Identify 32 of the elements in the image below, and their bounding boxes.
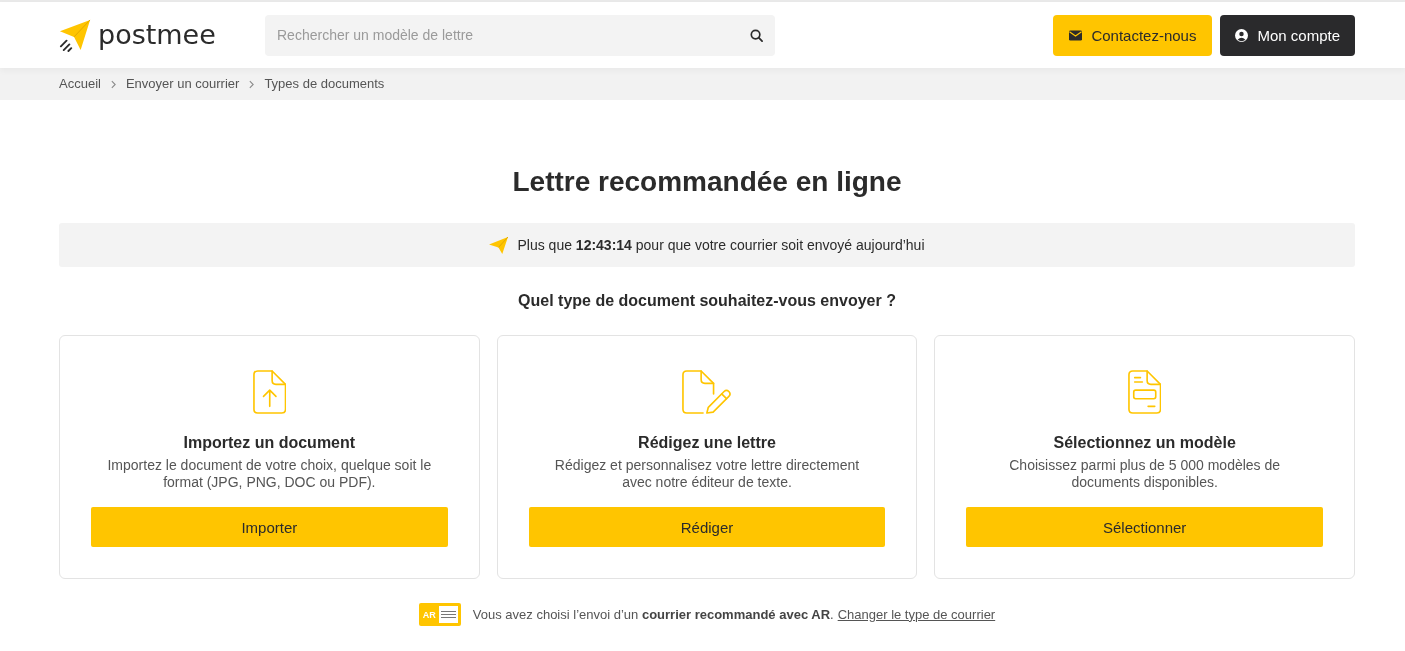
option-button[interactable]: Sélectionner — [966, 507, 1323, 547]
countdown-text: Plus que 12:43:14 pour que votre courrier soit envoyé aujourd’hui — [517, 237, 925, 253]
breadcrumb-link[interactable]: Envoyer un courrier — [125, 76, 240, 92]
envelope-icon — [1069, 29, 1083, 41]
search-icon[interactable] — [750, 28, 763, 42]
option-title: Sélectionnez un modèle — [1053, 433, 1236, 453]
page-title: Lettre recommandée en ligne — [511, 165, 903, 199]
search-field[interactable]: Rechercher un modèle de lettre — [265, 14, 775, 56]
user-circle-icon — [1235, 28, 1249, 42]
paper-plane-icon — [489, 236, 509, 254]
option-button[interactable]: Rédiger — [528, 507, 886, 547]
document-pencil-icon — [682, 370, 732, 414]
document-type-question: Quel type de document souhaitez-vous envoyer ? — [517, 291, 897, 311]
mail-type-notice: Vous avez choisi l’envoi d’un courrier recommandé avec AR. Changer le type de courrier — [472, 605, 996, 624]
receipt-card-icon: AR — [418, 603, 461, 626]
logo-text[interactable]: postmee — [98, 18, 216, 52]
paper-plane-logo-icon[interactable] — [59, 18, 91, 52]
upload-document-icon — [252, 370, 287, 414]
breadcrumb-link[interactable]: Types de documents — [264, 76, 385, 92]
option-description: Choisissez parmi plus de 5 000 modèles de documents disponibles. — [1008, 457, 1282, 491]
option-description: Importez le document de votre choix, quelque soit le format (JPG, PNG, DOC ou PDF). — [106, 457, 433, 491]
contact-button[interactable]: Contactez-nous — [1053, 14, 1213, 56]
chevron-right-icon — [110, 79, 116, 89]
option-button[interactable]: Importer — [91, 507, 448, 547]
change-mail-type-link[interactable]: Changer le type de courrier — [837, 606, 996, 622]
chevron-right-icon — [249, 79, 255, 89]
option-title: Rédigez une lettre — [638, 433, 776, 453]
account-button[interactable]: Mon compte — [1220, 14, 1355, 56]
breadcrumb-link[interactable]: Accueil — [59, 76, 101, 92]
document-template-icon — [1127, 370, 1162, 414]
option-description: Rédigez et personnalisez votre lettre directement avec notre éditeur de texte. — [553, 457, 861, 491]
option-title: Importez un document — [183, 433, 356, 453]
